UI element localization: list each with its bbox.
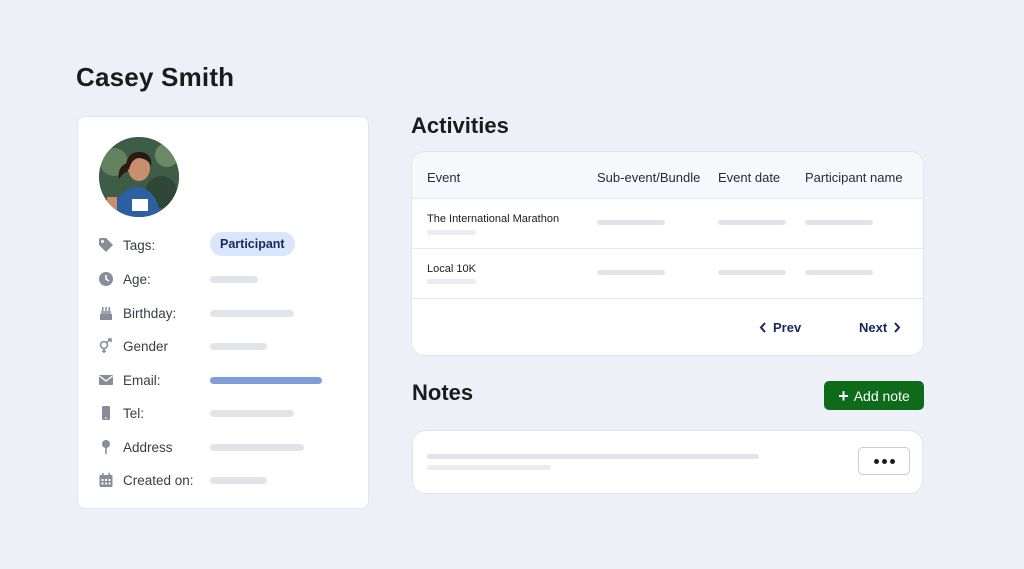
notes-title: Notes <box>412 380 474 405</box>
next-page-button[interactable]: Next <box>859 320 901 335</box>
created-on-value-placeholder <box>210 476 267 484</box>
field-label: Tags: <box>123 237 156 253</box>
plus-icon: + <box>838 385 849 406</box>
field-tags: Tags: Participant <box>98 232 358 256</box>
dot <box>889 458 895 464</box>
profile-card: Tags: Participant Age: Birthday: Gender … <box>77 116 369 509</box>
add-note-button[interactable]: + Add note <box>824 381 924 410</box>
email-value-link[interactable] <box>210 376 322 384</box>
age-value-placeholder <box>210 275 258 283</box>
location-pin-icon <box>98 439 114 455</box>
field-label: Email: <box>123 372 161 388</box>
sub-event-placeholder <box>597 220 665 225</box>
page-title: Casey Smith <box>76 62 235 92</box>
add-note-label: Add note <box>853 387 910 404</box>
chevron-left-icon <box>759 322 766 333</box>
note-meta-placeholder <box>427 465 551 470</box>
field-label: Address <box>123 439 173 455</box>
cake-icon <box>98 305 114 321</box>
dot <box>873 458 879 464</box>
prev-page-button[interactable]: Prev <box>759 320 801 335</box>
prev-label: Prev <box>773 320 802 335</box>
note-item <box>412 430 923 494</box>
field-email: Email: <box>98 369 358 391</box>
dot <box>881 458 887 464</box>
event-name[interactable]: The International Marathon <box>427 213 559 225</box>
note-text-placeholder <box>427 454 759 459</box>
next-label: Next <box>859 320 888 335</box>
avatar <box>99 137 179 217</box>
field-label: Created on: <box>123 472 194 488</box>
tag-icon <box>98 237 114 253</box>
field-label: Birthday: <box>123 305 177 321</box>
field-age: Age: <box>98 268 358 290</box>
column-header-participant-name[interactable]: Participant name <box>805 170 903 185</box>
event-name[interactable]: Local 10K <box>427 263 476 275</box>
field-label: Gender <box>123 338 169 354</box>
field-label: Age: <box>123 271 151 287</box>
field-label: Tel: <box>123 405 145 421</box>
email-icon <box>98 372 114 388</box>
field-tel: Tel: <box>98 402 358 424</box>
participant-name-placeholder <box>805 220 873 225</box>
activities-table: Event Sub-event/Bundle Event date Partic… <box>411 151 924 356</box>
field-birthday: Birthday: <box>98 302 358 324</box>
phone-icon <box>98 405 114 421</box>
tel-value-placeholder <box>210 409 294 417</box>
field-address: Address <box>98 436 358 458</box>
event-subtext-placeholder <box>427 279 476 284</box>
column-header-event[interactable]: Event <box>427 170 460 185</box>
participant-tag[interactable]: Participant <box>210 232 295 256</box>
field-gender: Gender <box>98 335 358 357</box>
event-date-placeholder <box>718 270 786 275</box>
sub-event-placeholder <box>597 270 665 275</box>
activities-title: Activities <box>411 113 509 138</box>
column-header-sub-event[interactable]: Sub-event/Bundle <box>597 170 700 185</box>
table-header: Event Sub-event/Bundle Event date Partic… <box>412 152 923 199</box>
table-row[interactable]: Local 10K <box>412 249 923 299</box>
event-date-placeholder <box>718 220 786 225</box>
gender-icon <box>98 338 114 354</box>
calendar-icon <box>98 472 114 488</box>
column-header-event-date[interactable]: Event date <box>718 170 780 185</box>
field-created-on: Created on: <box>98 469 358 491</box>
chevron-right-icon <box>894 322 901 333</box>
gender-value-placeholder <box>210 342 267 350</box>
more-options-button[interactable] <box>858 447 910 475</box>
address-value-placeholder <box>210 443 304 451</box>
clock-icon <box>98 271 114 287</box>
participant-name-placeholder <box>805 270 873 275</box>
event-subtext-placeholder <box>427 230 476 235</box>
birthday-value-placeholder <box>210 309 294 317</box>
table-row[interactable]: The International Marathon <box>412 199 923 249</box>
